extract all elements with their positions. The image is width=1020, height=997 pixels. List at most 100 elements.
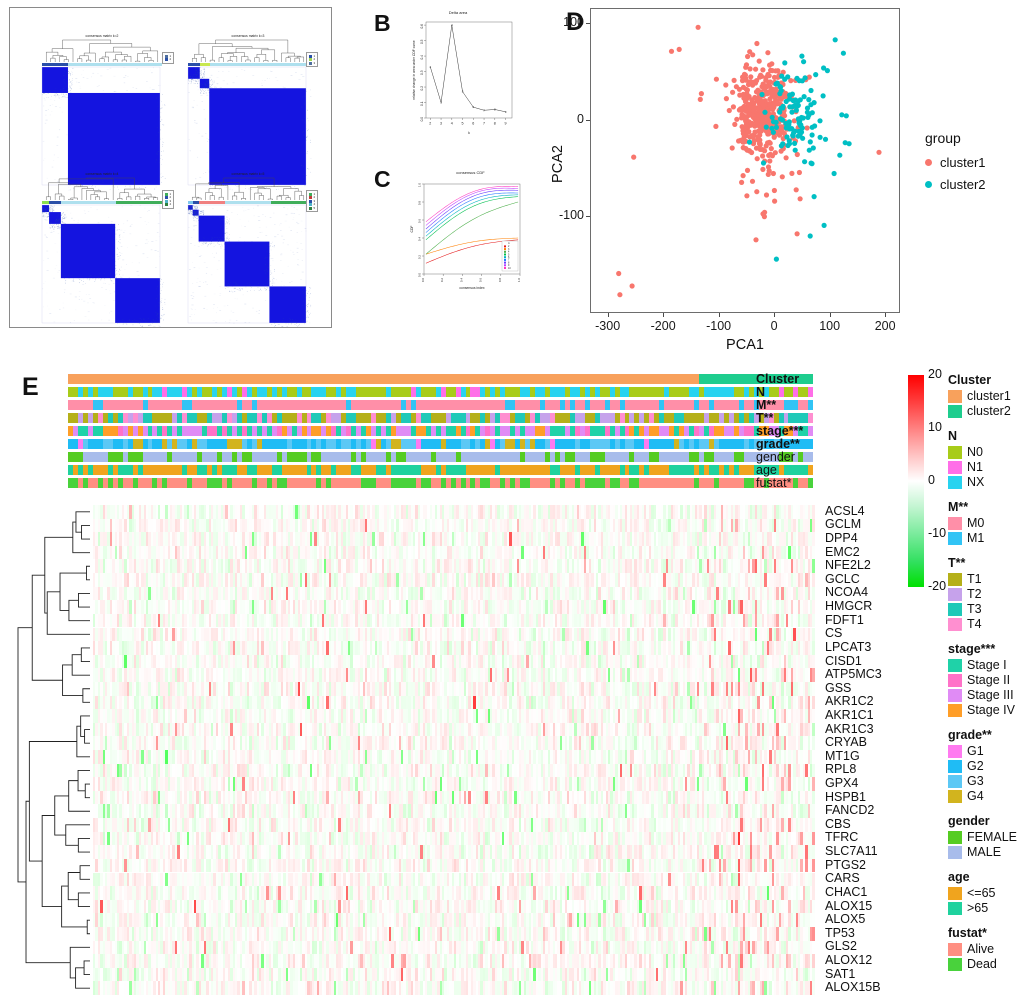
- legend-label: 5: [313, 205, 316, 210]
- pca-x-tick: [885, 313, 887, 317]
- legend-item-label: G3: [967, 774, 984, 788]
- legend-swatch: [948, 587, 962, 601]
- annotation-label-fustat: fustat*: [756, 476, 792, 490]
- annotation-label-n: N: [756, 385, 766, 399]
- heatmap-row: [93, 518, 818, 533]
- svg-text:relative change in area under: relative change in area under CDF curve: [412, 40, 416, 100]
- legend-swatch: [948, 845, 962, 859]
- cluster2-label: cluster2: [940, 177, 986, 192]
- legend-item[interactable]: <=65: [948, 886, 1020, 900]
- svg-text:0.6: 0.6: [479, 278, 483, 283]
- annotation-row: [68, 465, 818, 475]
- legend-swatch: [948, 957, 962, 971]
- legend-item[interactable]: M0: [948, 516, 1020, 530]
- legend-item[interactable]: T2: [948, 587, 1020, 601]
- pca-legend-item-cluster1[interactable]: cluster1: [925, 155, 986, 170]
- legend-item-label: MALE: [967, 845, 1002, 859]
- svg-text:7: 7: [483, 122, 485, 126]
- annotation-row: [68, 478, 818, 488]
- gene-label: TFRC: [825, 830, 859, 845]
- annotation-row: [68, 426, 818, 436]
- cluster2-dot: [925, 181, 932, 188]
- svg-text:0.2: 0.2: [420, 86, 424, 91]
- svg-text:3: 3: [440, 101, 442, 105]
- pca-y-tick: [586, 23, 590, 25]
- legend-item-label: G2: [967, 759, 984, 773]
- legend-group-m: M** M0 M1: [948, 500, 1020, 545]
- panel-letter-c: C: [374, 166, 391, 192]
- legend-item[interactable]: M1: [948, 531, 1020, 545]
- heatmap-row: [93, 981, 818, 995]
- legend-swatch: [948, 389, 962, 403]
- consensus-class-bar-k4: [42, 201, 162, 204]
- gene-label: HMGCR: [825, 599, 873, 614]
- svg-text:k: k: [468, 131, 470, 135]
- gene-label: TP53: [825, 925, 855, 940]
- svg-text:4: 4: [451, 122, 453, 126]
- legend-item[interactable]: Alive: [948, 942, 1020, 956]
- annotation-label-stage: stage***: [756, 424, 804, 438]
- pca-legend: group cluster1 cluster2: [925, 130, 986, 199]
- legend-swatch: [309, 61, 312, 65]
- heatmap-row: [93, 573, 818, 587]
- legend-item[interactable]: >65: [948, 901, 1020, 915]
- legend-item[interactable]: cluster2: [948, 404, 1020, 418]
- legend-group-title: gender: [948, 814, 990, 828]
- annotation-row: [68, 374, 818, 384]
- legend-item[interactable]: MALE: [948, 845, 1020, 859]
- pca-x-tick-label: 100: [819, 319, 841, 333]
- legend-item[interactable]: T1: [948, 572, 1020, 586]
- gene-label: GCLM: [825, 517, 862, 532]
- legend-group-title: fustat*: [948, 926, 987, 940]
- heatmap-row: [93, 763, 818, 778]
- annotation-label-m: M**: [756, 398, 777, 412]
- consensus-legend-k5: 12345: [306, 190, 319, 212]
- legend-swatch: [948, 460, 962, 474]
- legend-swatch: [948, 886, 962, 900]
- legend-item[interactable]: FEMALE: [948, 830, 1020, 844]
- svg-text:8: 8: [494, 122, 496, 126]
- consensus-legend-item: 2: [165, 58, 171, 61]
- panel-letter-b: B: [374, 10, 391, 36]
- svg-text:0.2: 0.2: [440, 278, 444, 283]
- legend-item[interactable]: NX: [948, 475, 1020, 489]
- pca-y-tick: [586, 215, 590, 217]
- legend-item[interactable]: cluster1: [948, 389, 1020, 403]
- legend-item[interactable]: T3: [948, 602, 1020, 616]
- pca-legend-item-cluster2[interactable]: cluster2: [925, 177, 986, 192]
- legend-item-label: T4: [967, 617, 982, 631]
- legend-swatch: [165, 58, 168, 61]
- legend-item[interactable]: G4: [948, 789, 1020, 803]
- legend-item[interactable]: T4: [948, 617, 1020, 631]
- legend-item[interactable]: G3: [948, 774, 1020, 788]
- legend-group-title: stage***: [948, 642, 996, 656]
- annotation-row: [68, 400, 818, 410]
- svg-text:0.1: 0.1: [420, 101, 424, 106]
- heatmap-row: [93, 913, 818, 927]
- heatmap-row: [93, 600, 818, 614]
- svg-text:0.4: 0.4: [420, 55, 424, 60]
- svg-text:1.0: 1.0: [517, 278, 521, 283]
- legend-swatch: [948, 572, 962, 586]
- svg-text:6: 6: [472, 122, 474, 126]
- legend-item[interactable]: Dead: [948, 957, 1020, 971]
- legend-item[interactable]: Stage II: [948, 673, 1020, 687]
- legend-item[interactable]: N1: [948, 460, 1020, 474]
- legend-swatch: [948, 942, 962, 956]
- legend-item[interactable]: N0: [948, 445, 1020, 459]
- legend-item[interactable]: Stage I: [948, 658, 1020, 672]
- pca-x-tick-label: 200: [874, 319, 896, 333]
- legend-item[interactable]: G1: [948, 744, 1020, 758]
- gene-label: CRYAB: [825, 735, 867, 750]
- legend-item[interactable]: Stage IV: [948, 703, 1020, 717]
- legend-item[interactable]: Stage III: [948, 688, 1020, 702]
- legend-item[interactable]: G2: [948, 759, 1020, 773]
- delta-area-plot: 2 3 4 5 6 7 8 90.00.10.20.30.40.50.6234567 89kre…: [412, 21, 513, 135]
- svg-text:CDF: CDF: [410, 226, 414, 233]
- pca-x-tick-label: -300: [595, 319, 621, 333]
- legend-label: 4: [169, 202, 172, 206]
- legend-swatch: [309, 206, 312, 210]
- gene-label: HSPB1: [825, 789, 866, 804]
- gene-label: GCLC: [825, 571, 860, 586]
- pca-x-tick: [774, 313, 776, 317]
